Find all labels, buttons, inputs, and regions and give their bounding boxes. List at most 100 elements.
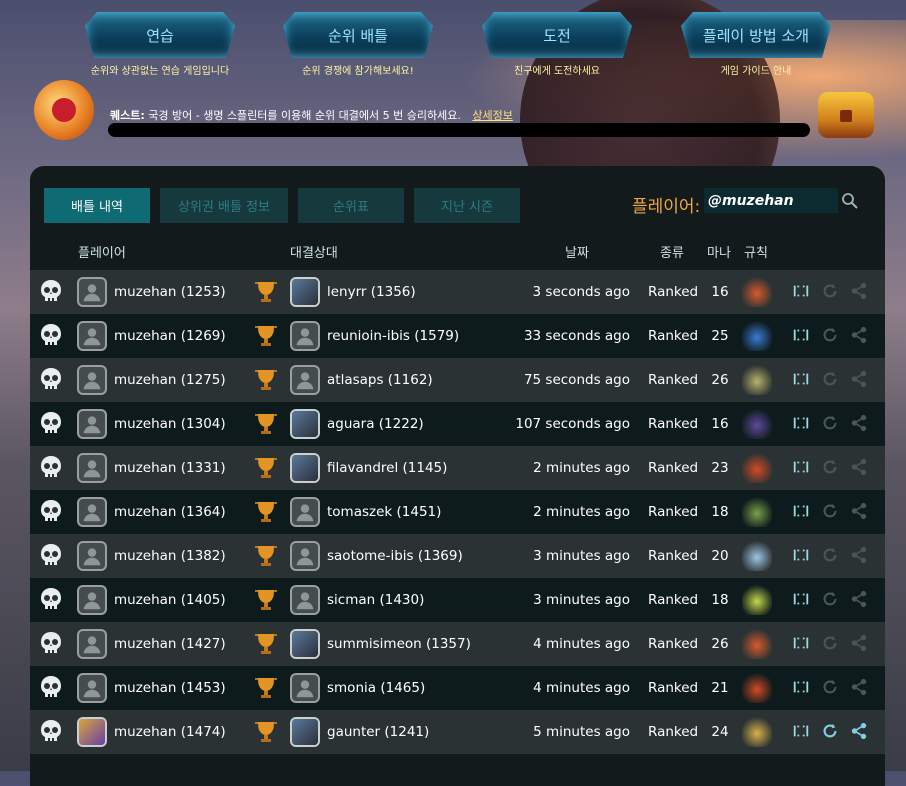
player-name[interactable]: muzehan (1275) xyxy=(114,358,226,402)
ranked-battle-button[interactable]: 순위 배틀 순위 경쟁에 참가해보세요! xyxy=(282,12,434,77)
skull-icon xyxy=(40,587,62,613)
replay-icon[interactable] xyxy=(821,590,841,610)
replay-icon[interactable] xyxy=(821,370,841,390)
share-icon[interactable] xyxy=(850,282,870,302)
opponent-name[interactable]: smonia (1465) xyxy=(327,666,425,710)
battle-log-icon[interactable] xyxy=(792,722,812,742)
table-row[interactable]: muzehan (1364) tomaszek (1451) 2 minutes a… xyxy=(30,490,885,534)
battle-log-icon[interactable] xyxy=(792,546,812,566)
share-icon[interactable] xyxy=(850,722,870,742)
player-avatar xyxy=(77,453,107,483)
tab-battle-history[interactable]: 배틀 내역 xyxy=(44,188,150,223)
table-row[interactable]: muzehan (1253) lenyrr (1356) 3 seconds ago… xyxy=(30,270,885,314)
player-name[interactable]: muzehan (1364) xyxy=(114,490,226,534)
battle-log-icon[interactable] xyxy=(792,370,812,390)
share-icon[interactable] xyxy=(850,678,870,698)
practice-button[interactable]: 연습 순위와 상관없는 연습 게임입니다 xyxy=(84,12,236,77)
share-icon[interactable] xyxy=(850,590,870,610)
replay-icon[interactable] xyxy=(821,326,841,346)
quest-details-link[interactable]: 상세정보 xyxy=(472,109,512,122)
battle-log-icon[interactable] xyxy=(792,326,812,346)
table-row[interactable]: muzehan (1331) filavandrel (1145) 2 minute… xyxy=(30,446,885,490)
player-name[interactable]: muzehan (1382) xyxy=(114,534,226,578)
battle-date: 3 minutes ago xyxy=(533,592,630,608)
battle-log-icon[interactable] xyxy=(792,502,812,522)
battle-type: Ranked xyxy=(648,328,699,344)
quest-scroll-icon[interactable] xyxy=(34,80,94,140)
table-row[interactable]: muzehan (1382) saotome-ibis (1369) 3 minut… xyxy=(30,534,885,578)
battle-type: Ranked xyxy=(648,548,699,564)
header-player: 플레이어 xyxy=(78,246,126,261)
battle-type: Ranked xyxy=(648,592,699,608)
opponent-name[interactable]: summisimeon (1357) xyxy=(327,622,471,666)
how-to-play-button[interactable]: 플레이 방법 소개 게임 가이드 안내 xyxy=(680,12,832,77)
player-name[interactable]: muzehan (1427) xyxy=(114,622,226,666)
player-name[interactable]: muzehan (1304) xyxy=(114,402,226,446)
table-row[interactable]: muzehan (1304) aguara (1222) 107 seconds a… xyxy=(30,402,885,446)
horned-helmet-icon xyxy=(742,541,772,571)
player-avatar xyxy=(77,321,107,351)
opponent-name[interactable]: tomaszek (1451) xyxy=(327,490,441,534)
opponent-name[interactable]: atlasaps (1162) xyxy=(327,358,433,402)
battle-log-icon[interactable] xyxy=(792,414,812,434)
table-row[interactable]: muzehan (1269) reunioin-ibis (1579) 33 sec… xyxy=(30,314,885,358)
table-row[interactable]: muzehan (1405) sicman (1430) 3 minutes ago… xyxy=(30,578,885,622)
practice-button-label: 연습 xyxy=(85,12,235,58)
player-name[interactable]: muzehan (1331) xyxy=(114,446,226,490)
battle-type: Ranked xyxy=(648,680,699,696)
player-search-input[interactable] xyxy=(704,188,838,213)
trophy-icon xyxy=(253,323,279,349)
opponent-avatar xyxy=(290,277,320,307)
table-row[interactable]: muzehan (1474) gaunter (1241) 5 minutes ag… xyxy=(30,710,885,754)
replay-icon[interactable] xyxy=(821,458,841,478)
replay-icon[interactable] xyxy=(821,414,841,434)
player-avatar xyxy=(77,409,107,439)
skull-icon xyxy=(40,543,62,569)
share-icon[interactable] xyxy=(850,546,870,566)
replay-icon[interactable] xyxy=(821,634,841,654)
player-name[interactable]: muzehan (1474) xyxy=(114,710,226,754)
opponent-name[interactable]: saotome-ibis (1369) xyxy=(327,534,463,578)
player-name[interactable]: muzehan (1453) xyxy=(114,666,226,710)
search-icon[interactable] xyxy=(841,192,859,210)
battle-type: Ranked xyxy=(648,636,699,652)
share-icon[interactable] xyxy=(850,370,870,390)
battle-date: 2 minutes ago xyxy=(533,460,630,476)
player-avatar xyxy=(77,585,107,615)
treasure-chest-icon[interactable] xyxy=(818,92,874,138)
replay-icon[interactable] xyxy=(821,546,841,566)
replay-icon[interactable] xyxy=(821,678,841,698)
player-avatar xyxy=(77,673,107,703)
opponent-name[interactable]: lenyrr (1356) xyxy=(327,270,416,314)
opponent-name[interactable]: sicman (1430) xyxy=(327,578,424,622)
player-name[interactable]: muzehan (1405) xyxy=(114,578,226,622)
replay-icon[interactable] xyxy=(821,502,841,522)
quest-progress-bar xyxy=(108,123,810,137)
challenge-button[interactable]: 도전 친구에게 도전하세요 xyxy=(481,12,633,77)
replay-icon[interactable] xyxy=(821,282,841,302)
replay-icon[interactable] xyxy=(821,722,841,742)
opponent-name[interactable]: aguara (1222) xyxy=(327,402,424,446)
share-icon[interactable] xyxy=(850,634,870,654)
player-name[interactable]: muzehan (1269) xyxy=(114,314,226,358)
tab-top-battles[interactable]: 상위권 배틀 정보 xyxy=(160,188,288,223)
player-name[interactable]: muzehan (1253) xyxy=(114,270,226,314)
opponent-name[interactable]: gaunter (1241) xyxy=(327,710,429,754)
share-icon[interactable] xyxy=(850,458,870,478)
share-icon[interactable] xyxy=(850,502,870,522)
battle-log-icon[interactable] xyxy=(792,458,812,478)
hooded-figure-icon xyxy=(742,409,772,439)
table-row[interactable]: muzehan (1275) atlasaps (1162) 75 seconds … xyxy=(30,358,885,402)
share-icon[interactable] xyxy=(850,414,870,434)
opponent-name[interactable]: filavandrel (1145) xyxy=(327,446,447,490)
battle-log-icon[interactable] xyxy=(792,590,812,610)
tab-leaderboard[interactable]: 순위표 xyxy=(298,188,404,223)
battle-log-icon[interactable] xyxy=(792,678,812,698)
share-icon[interactable] xyxy=(850,326,870,346)
battle-log-icon[interactable] xyxy=(792,282,812,302)
table-row[interactable]: muzehan (1453) smonia (1465) 4 minutes ago… xyxy=(30,666,885,710)
opponent-name[interactable]: reunioin-ibis (1579) xyxy=(327,314,459,358)
table-row[interactable]: muzehan (1427) summisimeon (1357) 4 minute… xyxy=(30,622,885,666)
battle-log-icon[interactable] xyxy=(792,634,812,654)
tab-past-seasons[interactable]: 지난 시즌 xyxy=(414,188,520,223)
